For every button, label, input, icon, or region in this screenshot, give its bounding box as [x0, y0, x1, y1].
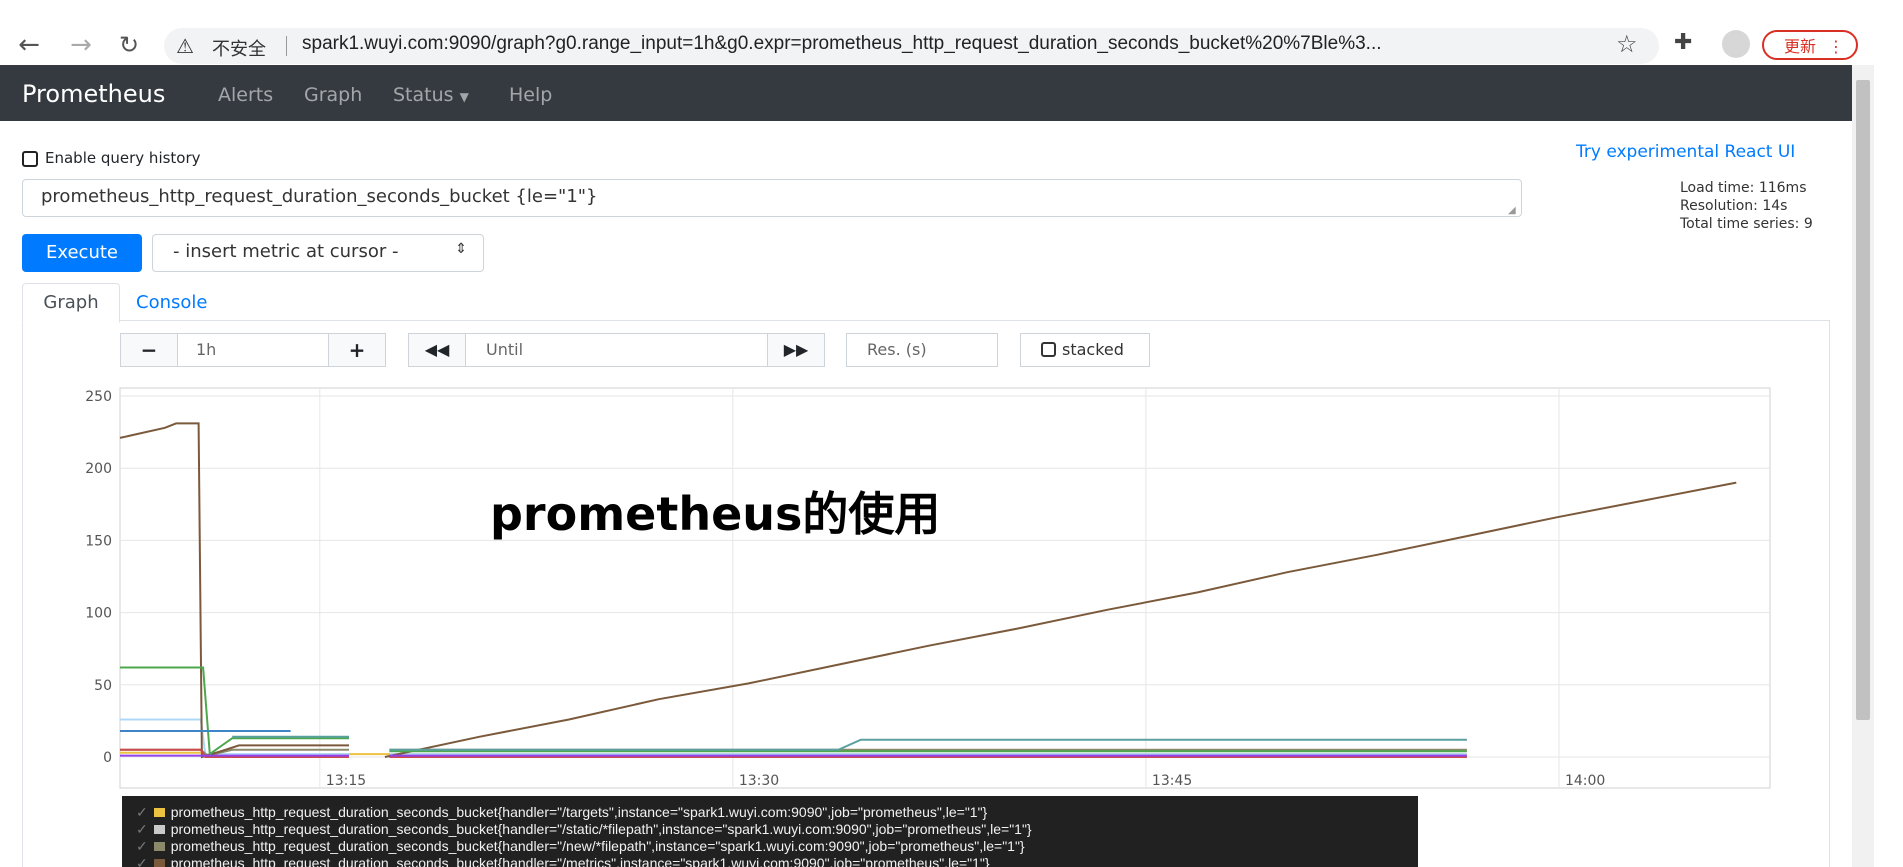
- insert-metric-label: - insert metric at cursor -: [173, 241, 399, 262]
- profile-avatar-icon[interactable]: [1722, 30, 1750, 58]
- plot-frame: [119, 387, 1771, 789]
- resolution: Resolution: 14s: [1680, 198, 1788, 214]
- y-tick-label: 0: [103, 750, 112, 766]
- check-icon: ✓: [136, 804, 148, 820]
- graph-chart[interactable]: 0 50 100 150 200 250 13:15 13:30 13:45 14:00 prome…: [0, 370, 1852, 790]
- navbar: [0, 65, 1852, 121]
- expression-input[interactable]: prometheus_http_request_duration_seconds…: [22, 179, 1522, 217]
- load-time: Load time: 116ms: [1680, 180, 1807, 196]
- resize-handle-icon[interactable]: ◢: [1508, 205, 1516, 216]
- url-text[interactable]: spark1.wuyi.com:9090/graph?g0.range_inpu…: [302, 33, 1382, 55]
- y-tick-label: 150: [85, 533, 112, 549]
- legend-swatch: [153, 859, 165, 867]
- arrow-right-icon[interactable]: →: [64, 28, 98, 62]
- nav-status[interactable]: Status ▼: [393, 84, 469, 106]
- legend-swatch: [153, 842, 165, 851]
- legend-swatch: [153, 825, 165, 834]
- legend-item[interactable]: ✓ prometheus_http_request_duration_second…: [136, 804, 987, 821]
- query-history-label[interactable]: Enable query history: [45, 149, 201, 167]
- y-tick-label: 250: [85, 389, 112, 405]
- update-label: 更新: [1784, 37, 1817, 56]
- arrow-left-icon[interactable]: ←: [12, 28, 46, 62]
- range-decrease-button[interactable]: −: [120, 333, 178, 367]
- tab-console[interactable]: Console: [136, 292, 207, 313]
- stacked-toggle[interactable]: stacked: [1020, 333, 1150, 367]
- legend-item[interactable]: ✓ prometheus_http_request_duration_second…: [136, 821, 1032, 838]
- insecure-label[interactable]: 不安全: [212, 35, 266, 61]
- divider: [286, 36, 287, 56]
- check-icon: ✓: [136, 855, 148, 867]
- nav-alerts[interactable]: Alerts: [218, 84, 273, 106]
- legend-item[interactable]: ✓ prometheus_http_request_duration_second…: [136, 838, 1025, 855]
- update-button[interactable]: 更新 ⋮: [1762, 30, 1858, 60]
- warning-icon[interactable]: ⚠: [176, 34, 194, 58]
- legend-label: prometheus_http_request_duration_seconds…: [170, 821, 1032, 837]
- y-tick-label: 200: [85, 461, 112, 477]
- time-back-button[interactable]: ◀◀: [408, 333, 466, 367]
- time-forward-button[interactable]: ▶▶: [767, 333, 825, 367]
- sort-arrows-icon: ⇕: [455, 241, 467, 257]
- legend-label: prometheus_http_request_duration_seconds…: [170, 804, 988, 820]
- total-series: Total time series: 9: [1680, 216, 1813, 232]
- x-tick-label: 13:15: [326, 773, 366, 789]
- legend: ✓ prometheus_http_request_duration_second…: [122, 796, 1418, 867]
- legend-item[interactable]: ✓ prometheus_http_request_duration_second…: [136, 855, 990, 867]
- caret-down-icon: ▼: [459, 90, 469, 104]
- nav-help[interactable]: Help: [509, 84, 552, 106]
- resolution-input[interactable]: Res. (s): [846, 333, 998, 367]
- stacked-label: stacked: [1062, 340, 1124, 359]
- series-line: [232, 735, 1467, 751]
- nav-status-label: Status: [393, 84, 454, 106]
- insert-metric-select[interactable]: - insert metric at cursor - ⇕: [152, 234, 484, 272]
- check-icon: ✓: [136, 838, 148, 854]
- until-input[interactable]: Until: [465, 333, 768, 367]
- x-tick-label: 14:00: [1565, 773, 1605, 789]
- series-line: [119, 422, 1737, 759]
- react-ui-link[interactable]: Try experimental React UI: [1576, 142, 1795, 162]
- execute-button[interactable]: Execute: [22, 234, 142, 272]
- y-tick-label: 50: [94, 678, 112, 694]
- scrollbar-thumb[interactable]: [1856, 80, 1870, 720]
- legend-swatch: [153, 808, 165, 817]
- x-tick-label: 13:45: [1152, 773, 1192, 789]
- range-increase-button[interactable]: +: [328, 333, 386, 367]
- query-history-checkbox[interactable]: [22, 151, 38, 167]
- y-tick-label: 100: [85, 606, 112, 622]
- range-input[interactable]: 1h: [177, 333, 329, 367]
- tab-graph[interactable]: Graph: [22, 283, 120, 323]
- check-icon: ✓: [136, 821, 148, 837]
- checkbox-icon: [1041, 342, 1056, 357]
- series-line: [120, 666, 1467, 756]
- legend-label: prometheus_http_request_duration_seconds…: [170, 838, 1025, 854]
- overlay-title: prometheus的使用: [490, 487, 940, 541]
- legend-label: prometheus_http_request_duration_seconds…: [170, 855, 990, 867]
- star-icon[interactable]: ☆: [1616, 30, 1638, 58]
- more-icon: ⋮: [1828, 37, 1844, 56]
- reload-icon[interactable]: ↻: [112, 28, 146, 62]
- brand-link[interactable]: Prometheus: [22, 80, 165, 108]
- puzzle-icon[interactable]: ✚: [1674, 30, 1692, 55]
- x-tick-label: 13:30: [739, 773, 779, 789]
- nav-graph[interactable]: Graph: [304, 84, 362, 106]
